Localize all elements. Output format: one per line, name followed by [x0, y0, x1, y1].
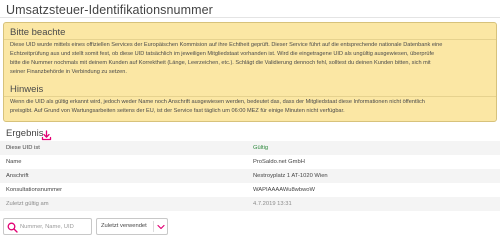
result-row-name: Name ProSaldo.net GmbH — [0, 155, 500, 169]
download-icon[interactable] — [41, 128, 52, 141]
row-value: 4.7.2019 13:31 — [253, 201, 292, 207]
row-label: Konsultationsnummer — [6, 187, 63, 193]
notice-text-line: Diese UID wurde mittels eines offizielle… — [10, 42, 443, 48]
results-title: Ergebnis — [6, 128, 44, 139]
sort-select-label: Zuletzt verwendet — [101, 223, 147, 229]
status-value: Gültig — [253, 145, 269, 151]
notice-text-line: seiner Finanzbehörde in Verbindung zu se… — [10, 69, 127, 75]
page-title: Umsatzsteuer-Identifikationsnummer — [6, 3, 213, 17]
search-icon — [7, 222, 18, 233]
notice-text-line: Wenn die UID als gültig erkannt wird, je… — [10, 99, 425, 105]
row-value: WAPIAAAAWu8wbwoW — [253, 187, 315, 193]
row-label: Diese UID ist — [6, 145, 40, 151]
result-row-status: Diese UID ist Gültig — [0, 141, 500, 155]
row-label: Anschrift — [6, 173, 29, 179]
result-row-consultation-number: Konsultationsnummer WAPIAAAAWu8wbwoW — [0, 183, 500, 197]
notice-text-line: preisgibt. Auf Grund von Wartungsarbeite… — [10, 108, 345, 114]
result-row-address: Anschrift Nestroyplatz 1 AT-1020 Wien — [0, 169, 500, 183]
row-value: Nestroyplatz 1 AT-1020 Wien — [253, 173, 328, 179]
notice-divider — [4, 39, 496, 40]
notice-text-line: Echtzeitprüfung aus und stellt somit fes… — [10, 51, 435, 57]
chevron-down-icon — [157, 224, 165, 230]
notice-heading-note: Bitte beachte — [10, 27, 66, 38]
search-box — [3, 218, 92, 235]
notice-text-line: bitte die Nummer nochmals mit deinem Kun… — [10, 60, 431, 66]
notice-divider — [4, 96, 496, 97]
sort-select[interactable]: Zuletzt verwendet — [96, 218, 168, 235]
notice-heading-hint: Hinweis — [10, 84, 44, 95]
title-divider — [0, 17, 500, 18]
select-divider — [153, 221, 154, 232]
notice-box: Bitte beachte Diese UID wurde mittels ei… — [3, 22, 497, 122]
row-value: ProSaldo.net GmbH — [253, 159, 305, 165]
result-row-last-valid: Zuletzt gültig am 4.7.2019 13:31 — [0, 197, 500, 211]
uid-check-page: Umsatzsteuer-Identifikationsnummer Bitte… — [0, 0, 500, 248]
row-label: Name — [6, 159, 22, 165]
search-input[interactable] — [20, 221, 90, 232]
row-label: Zuletzt gültig am — [6, 201, 49, 207]
